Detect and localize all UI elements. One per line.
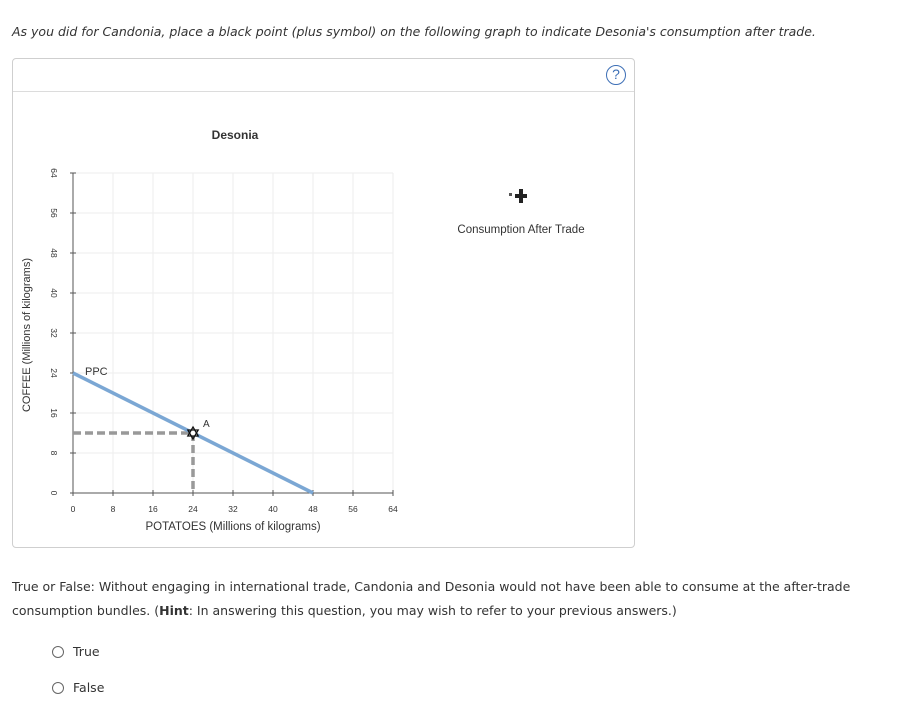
y-tick-label: 40 — [49, 288, 59, 298]
radio-false[interactable] — [52, 681, 64, 694]
chart-title: Desonia — [212, 128, 259, 142]
option-false[interactable]: False — [52, 680, 104, 695]
option-true[interactable]: True — [52, 644, 100, 659]
y-tick-label: 64 — [49, 168, 59, 178]
y-tick-label: 16 — [49, 408, 59, 418]
y-tick-label: 8 — [49, 451, 59, 456]
x-axis-label: POTATOES (Millions of kilograms) — [145, 521, 320, 533]
x-tick-label: 8 — [111, 504, 116, 514]
ppc-label: PPC — [85, 366, 108, 378]
x-tick-label: 56 — [348, 504, 358, 514]
chart[interactable]: Desonia 0 8 16 24 32 40 48 56 64 0 8 16 24 32 40 48 56 64 P… — [0, 0, 917, 560]
question-suffix: : In answering this question, you may wi… — [188, 603, 677, 618]
hint-label: Hint — [159, 603, 189, 618]
y-tick-label: 0 — [49, 491, 59, 496]
option-true-label: True — [73, 644, 100, 659]
point-a-label: A — [203, 419, 210, 430]
x-tick-label: 16 — [148, 504, 158, 514]
legend-label: Consumption After Trade — [457, 224, 584, 236]
x-tick-label: 40 — [268, 504, 278, 514]
x-tick-label: 48 — [308, 504, 318, 514]
y-tick-label: 56 — [49, 208, 59, 218]
x-tick-label: 64 — [388, 504, 398, 514]
question-text: True or False: Without engaging in inter… — [12, 575, 912, 623]
option-false-label: False — [73, 680, 105, 695]
x-tick-label: 32 — [228, 504, 238, 514]
x-tick-label: 24 — [188, 504, 198, 514]
radio-true[interactable] — [52, 645, 64, 658]
y-axis-label: COFFEE (Millions of kilograms) — [21, 258, 33, 412]
y-tick-label: 48 — [49, 248, 59, 258]
y-tick-label: 32 — [49, 328, 59, 338]
y-tick-label: 24 — [49, 368, 59, 378]
plus-symbol-tool-icon[interactable] — [509, 189, 527, 203]
x-tick-label: 0 — [71, 504, 76, 514]
